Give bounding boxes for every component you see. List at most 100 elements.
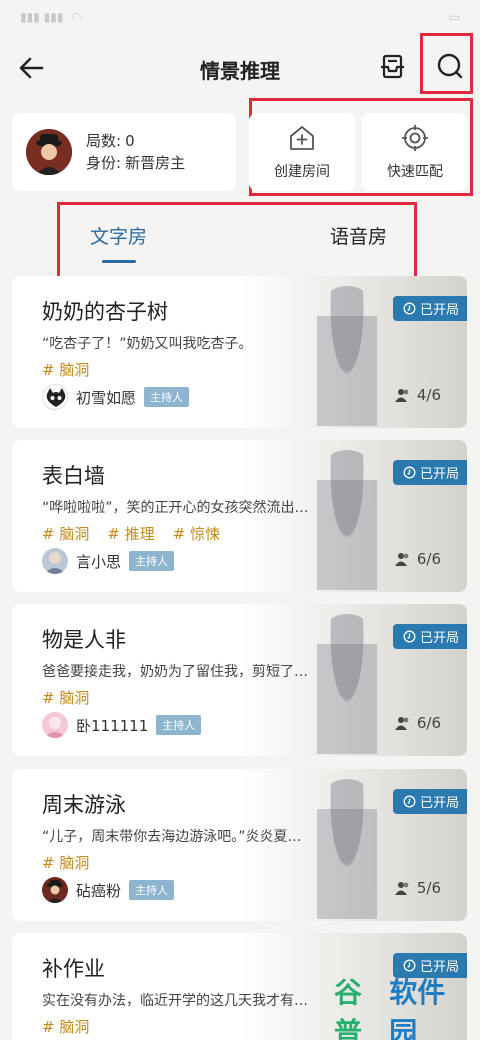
- room-desc: “儿子，周末带你去海边游泳吧。”炎炎夏…: [42, 829, 302, 845]
- avatar: [26, 129, 72, 175]
- profile-info: 局数: 0 身份: 新晋房主: [86, 130, 185, 174]
- room-card[interactable]: 周末游泳 “儿子，周末带你去海边游泳吧。”炎炎夏… # 脑洞 砧癌粉 主持人 已…: [12, 769, 467, 921]
- room-tags: # 脑洞: [42, 1016, 89, 1037]
- room-host: 砧癌粉 主持人: [42, 877, 175, 903]
- room-tag: # 脑洞: [42, 1018, 90, 1036]
- room-tag: # 脑洞: [42, 525, 90, 543]
- room-tag: # 脑洞: [42, 689, 90, 707]
- room-host: 言小思 主持人: [42, 548, 175, 574]
- room-card[interactable]: 奶奶的杏子树 “吃杏子了！”奶奶又叫我吃杏子。 # 脑洞 初雪如愿 主持人 已开…: [12, 276, 467, 428]
- detective-silhouette: [317, 779, 377, 919]
- status-text: 已开局: [419, 631, 459, 646]
- host-avatar: [42, 384, 68, 410]
- back-button[interactable]: [16, 52, 48, 84]
- people-icon: [394, 882, 409, 895]
- room-title: 周末游泳: [42, 793, 126, 817]
- room-tags: # 脑洞 # 推理 # 惊悚: [42, 523, 220, 544]
- player-count: 6/6: [394, 550, 441, 568]
- host-badge: 主持人: [129, 551, 175, 571]
- room-title: 补作业: [42, 957, 105, 981]
- status-badge: 已开局: [392, 624, 467, 649]
- player-count-text: 6/6: [416, 714, 441, 732]
- create-room-label: 创建房间: [274, 164, 330, 180]
- clock-icon: [403, 795, 416, 808]
- identity-label: 身份:: [86, 154, 122, 172]
- room-host: 初雪如愿 主持人: [42, 384, 190, 410]
- host-avatar: [42, 877, 68, 903]
- status-bar-left: ▮▮▮ ▮▮▮ ◠: [20, 10, 82, 24]
- people-icon: [394, 389, 409, 402]
- player-count: 4/6: [394, 386, 441, 404]
- tab-text-room[interactable]: 文字房: [90, 222, 147, 249]
- room-card[interactable]: 物是人非 爸爸要接走我，奶奶为了留住我，剪短了… # 脑洞 卧111111 主持…: [12, 604, 467, 756]
- watermark-part2: 软件园: [389, 976, 446, 1040]
- quick-match-label: 快速匹配: [387, 164, 443, 180]
- room-title: 物是人非: [42, 628, 126, 652]
- house-plus-icon: [290, 126, 314, 150]
- user-avatar-icon: [44, 717, 66, 738]
- status-text: 已开局: [419, 303, 459, 318]
- games-label: 局数:: [86, 132, 122, 150]
- player-count-text: 4/6: [416, 386, 441, 404]
- identity-row: 身份: 新晋房主: [86, 152, 185, 174]
- clock-icon: [403, 302, 416, 315]
- status-badge: 已开局: [392, 460, 467, 485]
- status-text: 已开局: [419, 796, 459, 811]
- host-badge: 主持人: [144, 387, 190, 407]
- room-desc: “哗啦啦啦”，笑的正开心的女孩突然流出…: [42, 500, 309, 516]
- cat-avatar-icon: [46, 388, 66, 407]
- room-tag: # 脑洞: [42, 854, 90, 872]
- room-tags: # 脑洞: [42, 687, 89, 708]
- arrow-left-icon: [19, 57, 44, 79]
- room-tags: # 脑洞: [42, 852, 89, 873]
- detective-silhouette: [317, 614, 377, 754]
- room-tag: # 推理: [107, 525, 155, 543]
- room-desc: “吃杏子了！”奶奶又叫我吃杏子。: [42, 336, 253, 352]
- inbox-icon: [381, 54, 404, 79]
- watermark-part1: 谷普: [334, 976, 363, 1040]
- room-tag: # 脑洞: [42, 361, 90, 379]
- room-host: 卧111111 主持人: [42, 712, 202, 738]
- host-avatar: [42, 712, 68, 738]
- nav-bar: 情景推理: [0, 34, 480, 100]
- room-card[interactable]: 表白墙 “哗啦啦啦”，笑的正开心的女孩突然流出… # 脑洞 # 推理 # 惊悚 …: [12, 440, 467, 592]
- detective-silhouette: [317, 286, 377, 426]
- status-badge: 已开局: [392, 296, 467, 321]
- player-count: 5/6: [394, 879, 441, 897]
- tab-voice-room[interactable]: 语音房: [330, 222, 387, 249]
- search-icon: [437, 53, 463, 79]
- host-name: 初雪如愿: [76, 388, 137, 407]
- host-avatar: [42, 548, 68, 574]
- status-text: 已开局: [419, 467, 459, 482]
- records-button[interactable]: [378, 52, 408, 82]
- people-icon: [394, 717, 409, 730]
- wifi-icon: ◠: [71, 10, 82, 24]
- host-name: 言小思: [76, 552, 122, 571]
- watermark-logo: 谷普 软件园: [334, 976, 472, 1040]
- target-icon: [402, 125, 428, 151]
- identity-value: 新晋房主: [125, 154, 186, 172]
- room-tabs: 文字房 语音房: [58, 204, 414, 280]
- status-bar-right: ▭: [449, 10, 460, 24]
- detective-silhouette: [317, 450, 377, 590]
- page-title: 情景推理: [200, 59, 280, 83]
- clock-icon: [403, 466, 416, 479]
- battery-icon: ▭: [448, 10, 460, 24]
- host-badge: 主持人: [129, 880, 175, 900]
- host-name: 砧癌粉: [76, 881, 122, 900]
- search-button[interactable]: [434, 50, 466, 82]
- room-tags: # 脑洞: [42, 359, 89, 380]
- user-avatar-icon: [44, 552, 66, 574]
- room-tag: # 惊悚: [172, 525, 221, 543]
- create-room-button[interactable]: 创建房间: [249, 113, 355, 191]
- room-desc: 实在没有办法，临近开学的这几天我才有…: [42, 993, 308, 1009]
- status-badge: 已开局: [392, 789, 467, 814]
- profile-card: 局数: 0 身份: 新晋房主: [12, 113, 236, 191]
- signal-icon: ▮▮▮ ▮▮▮: [20, 10, 64, 24]
- quick-match-button[interactable]: 快速匹配: [362, 113, 468, 191]
- detective-avatar-icon: [47, 880, 63, 903]
- people-icon: [394, 553, 409, 566]
- clock-icon: [403, 630, 416, 643]
- detective-avatar-icon: [26, 129, 72, 175]
- active-tab-indicator: [102, 260, 136, 263]
